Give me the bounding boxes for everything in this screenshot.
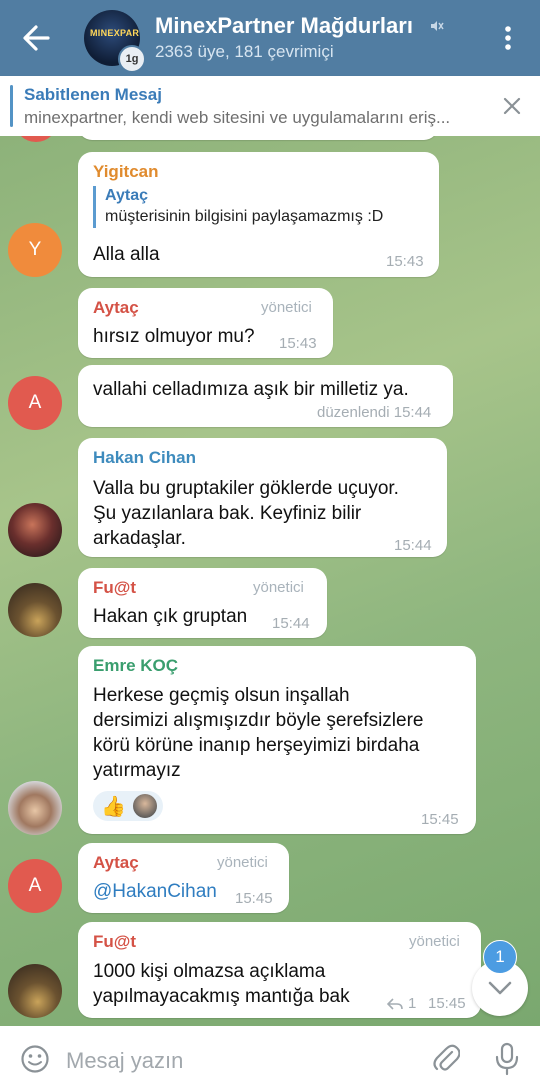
avatar[interactable] xyxy=(8,781,62,835)
reaction-chip[interactable]: 👍 xyxy=(93,791,163,821)
sender-name[interactable]: Emre KOÇ xyxy=(93,656,178,676)
message-bubble[interactable]: Aytaç yönetici hırsız olmuyor mu? 15:43 xyxy=(78,288,333,358)
message-bubble-cutoff xyxy=(78,136,438,140)
message-bubble[interactable]: Fu@t yönetici Hakan çık gruptan 15:44 xyxy=(78,568,327,638)
pinned-bar xyxy=(10,85,13,127)
mention-link[interactable]: @HakanCihan xyxy=(93,879,217,904)
sender-name[interactable]: Aytaç xyxy=(93,853,139,873)
pinned-message[interactable]: Sabitlenen Mesaj minexpartner, kendi web… xyxy=(0,76,540,136)
unread-badge: 1 xyxy=(483,940,517,974)
thumbs-up-icon: 👍 xyxy=(101,796,126,818)
more-vert-icon[interactable] xyxy=(500,24,516,52)
message-line: yatırmayız xyxy=(93,760,181,781)
message-bubble[interactable]: vallahi celladımıza aşık bir milletiz ya… xyxy=(78,365,453,427)
message-line: körü körüne inanıp herşeyimizi birdaha xyxy=(93,735,420,756)
message-line: yapılmayacakmış mantığa bak xyxy=(93,986,350,1007)
avatar[interactable]: A xyxy=(8,859,62,913)
avatar[interactable] xyxy=(8,583,62,637)
avatar[interactable] xyxy=(8,503,62,557)
message-text: Hakan çık gruptan xyxy=(93,606,248,627)
microphone-icon[interactable] xyxy=(494,1042,520,1076)
message-text: hırsız olmuyor mu? xyxy=(93,326,255,347)
sender-name[interactable]: Fu@t xyxy=(93,578,136,598)
avatar[interactable]: A xyxy=(8,376,62,430)
muted-icon xyxy=(431,21,444,31)
message-time: 15:45 xyxy=(421,811,459,828)
message-line: arkadaşlar. xyxy=(93,528,186,549)
message-time: 15:45 xyxy=(235,890,273,907)
message-line: Valla bu gruptakiler göklerde uçuyor. xyxy=(93,478,399,499)
sender-name[interactable]: Aytaç xyxy=(93,298,139,318)
reply-text: müşterisinin bilgisini paylaşamazmış :D xyxy=(105,208,384,225)
attach-icon[interactable] xyxy=(432,1044,460,1074)
message-bubble[interactable]: Fu@t yönetici 1000 kişi olmazsa açıklama… xyxy=(78,922,481,1018)
avatar[interactable]: Y xyxy=(8,223,62,277)
message-composer: Mesaj yazın xyxy=(0,1026,540,1092)
avatar-badge: 1g xyxy=(118,45,146,73)
admin-role-label: yönetici xyxy=(217,854,268,871)
sender-name[interactable]: Fu@t xyxy=(93,932,136,952)
sender-name[interactable]: Yigitcan xyxy=(93,162,159,182)
chevron-down-icon xyxy=(488,981,512,995)
sender-name[interactable]: Hakan Cihan xyxy=(93,448,196,468)
group-title[interactable]: MinexPartner Mağdurları xyxy=(155,13,413,39)
message-bubble[interactable]: Yigitcan Aytaç müşterisinin bilgisini pa… xyxy=(78,152,439,277)
reactor-avatar xyxy=(133,794,157,818)
reply-quote[interactable]: Aytaç müşterisinin bilgisini paylaşamazm… xyxy=(93,186,383,228)
emoji-icon[interactable] xyxy=(20,1044,50,1074)
chat-header: MINEXPARTNER 1g MinexPartner Mağdurları … xyxy=(0,0,540,76)
avatar[interactable] xyxy=(8,964,62,1018)
avatar-cutoff xyxy=(14,136,58,142)
close-icon[interactable] xyxy=(503,97,521,115)
message-time: 15:44 xyxy=(272,615,310,632)
reply-count[interactable]: 1 xyxy=(408,995,416,1012)
message-bubble[interactable]: Hakan Cihan Valla bu gruptakiler göklerd… xyxy=(78,438,447,557)
pinned-title: Sabitlenen Mesaj xyxy=(24,85,162,104)
pinned-text: minexpartner, kendi web sitesini ve uygu… xyxy=(24,108,451,127)
admin-role-label: yönetici xyxy=(253,579,304,596)
message-time: 15:43 xyxy=(386,253,424,270)
message-bubble[interactable]: Aytaç yönetici @HakanCihan 15:45 xyxy=(78,843,289,913)
message-text: vallahi celladımıza aşık bir milletiz ya… xyxy=(93,379,409,400)
message-line: 1000 kişi olmazsa açıklama xyxy=(93,961,326,982)
admin-role-label: yönetici xyxy=(409,933,460,950)
message-line: Herkese geçmiş olsun inşallah xyxy=(93,685,350,706)
message-text: Alla alla xyxy=(93,244,160,265)
message-bubble[interactable]: Emre KOÇ Herkese geçmiş olsun inşallah d… xyxy=(78,646,476,834)
message-time: 15:45 xyxy=(428,995,466,1012)
reply-author: Aytaç xyxy=(105,187,148,204)
message-line: Şu yazılanlara bak. Keyfiniz bilir xyxy=(93,503,362,524)
reply-arrow-icon xyxy=(387,998,403,1010)
admin-role-label: yönetici xyxy=(261,299,312,316)
message-input[interactable]: Mesaj yazın xyxy=(66,1048,183,1074)
message-time: 15:43 xyxy=(279,335,317,352)
avatar-logo: MINEXPARTNER xyxy=(90,28,140,38)
message-line: dersimizi alışmışızdır böyle şerefsizler… xyxy=(93,710,424,731)
back-arrow-icon[interactable] xyxy=(18,22,54,54)
message-time: düzenlendi 15:44 xyxy=(317,404,432,421)
message-list[interactable]: Yigitcan Aytaç müşterisinin bilgisini pa… xyxy=(0,136,540,1026)
member-count: 2363 üye, 181 çevrimiçi xyxy=(155,42,334,61)
message-time: 15:44 xyxy=(394,537,432,554)
